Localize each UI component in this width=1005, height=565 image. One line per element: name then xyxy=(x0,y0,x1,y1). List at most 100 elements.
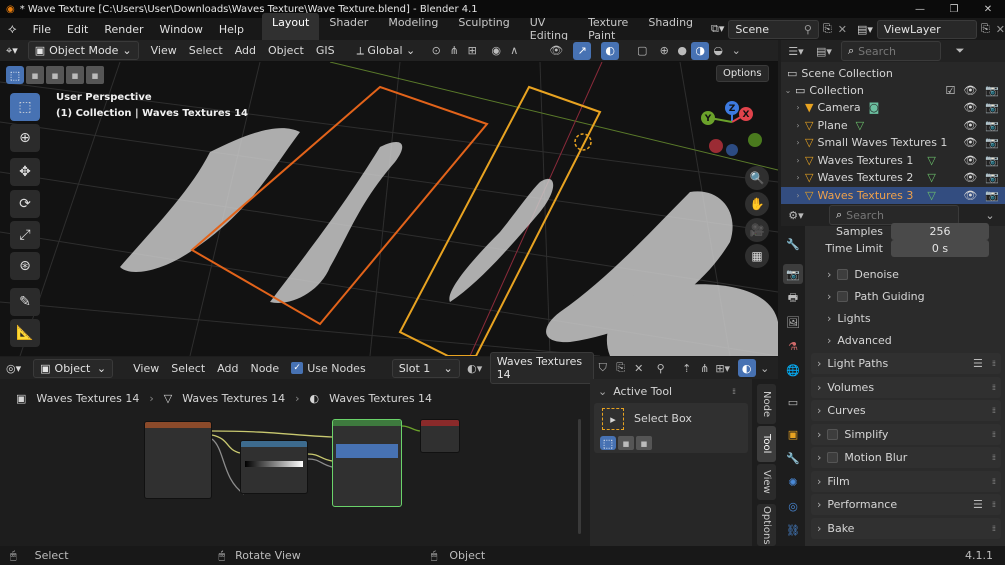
node-editor-type-icon[interactable]: ◎▾ xyxy=(0,360,27,377)
outliner-row-plane[interactable]: › ▽ Plane ▽ 👁 📷 xyxy=(781,117,1005,135)
viewlayer-field[interactable]: ViewLayer xyxy=(876,19,977,39)
eye-icon[interactable]: 👁 xyxy=(963,171,977,184)
time-limit-field[interactable]: 0 s xyxy=(891,239,989,257)
camera-render-icon[interactable]: 📷 xyxy=(985,189,999,202)
denoise-subpanel[interactable]: › Denoise xyxy=(805,263,1005,285)
eye-icon[interactable]: 👁 xyxy=(963,101,977,114)
menu-select[interactable]: Select xyxy=(183,42,229,59)
editor-type-icon[interactable]: ⌖▾ xyxy=(0,42,24,60)
mode-dropdown[interactable]: ▣ Object Mode ⌄ xyxy=(27,41,139,60)
gizmo-neg-z[interactable] xyxy=(726,144,738,156)
performance-panel[interactable]: › Performance ☰ ⁞⁞ xyxy=(811,494,1001,515)
tool-measure[interactable]: 📐 xyxy=(10,319,40,347)
camera-render-icon[interactable]: 📷 xyxy=(985,171,999,184)
curves-panel[interactable]: › Curves ⁞⁞ xyxy=(811,400,1001,421)
remove-viewlayer-icon[interactable]: ✕ xyxy=(996,23,1005,36)
close-icon[interactable]: ✕ xyxy=(971,4,1005,15)
tool-move[interactable]: ✥ xyxy=(10,158,40,186)
outliner-row-scene-collection[interactable]: ▭ Scene Collection xyxy=(781,65,1005,83)
material-shading-icon[interactable]: ◑ xyxy=(691,41,710,60)
expand-icon[interactable]: › xyxy=(791,173,805,182)
tool-rotate[interactable]: ⟳ xyxy=(10,190,40,218)
select-intersect-icon[interactable]: ▪ xyxy=(86,66,104,84)
volumes-panel[interactable]: › Volumes ⁞⁞ xyxy=(811,377,1001,398)
eye-icon[interactable]: 👁 xyxy=(963,119,977,132)
visibility-icon[interactable]: 👁 xyxy=(547,42,565,60)
sidebar-tab-tool[interactable]: Tool xyxy=(757,426,776,462)
select-extend-icon[interactable]: ▪ xyxy=(26,66,44,84)
simplify-checkbox[interactable] xyxy=(827,429,839,440)
expand-icon[interactable]: › xyxy=(791,191,805,200)
menu-window[interactable]: Window xyxy=(152,23,211,36)
collection-checkbox[interactable]: ☑ xyxy=(945,84,955,97)
principled-bsdf-node[interactable] xyxy=(332,419,402,507)
menu-gis[interactable]: GIS xyxy=(310,42,341,59)
object-properties-icon[interactable]: ▣ xyxy=(783,424,803,444)
menu-object[interactable]: Object xyxy=(262,42,310,59)
node-menu-view[interactable]: View xyxy=(127,360,165,377)
menu-render[interactable]: Render xyxy=(96,23,151,36)
output-properties-icon[interactable]: 🖶 xyxy=(783,288,803,308)
motion-blur-panel[interactable]: › Motion Blur ⁞⁞ xyxy=(811,447,1001,468)
physics-properties-icon[interactable]: ◎ xyxy=(783,496,803,516)
drag-handle-icon[interactable]: ⁞⁞ xyxy=(992,453,996,462)
node-menu-select[interactable]: Select xyxy=(165,360,211,377)
node-menu-node[interactable]: Node xyxy=(244,360,285,377)
ortho-grid-icon[interactable]: ▦ xyxy=(745,244,769,268)
world-properties-icon[interactable]: 🌐 xyxy=(783,360,803,380)
select-box-tool-icon[interactable]: ▸ xyxy=(602,408,624,430)
material-output-node[interactable] xyxy=(420,419,460,453)
blender-menu-icon[interactable]: ⟡ xyxy=(0,22,25,37)
zoom-icon[interactable]: 🔍 xyxy=(745,166,769,190)
remove-scene-icon[interactable]: ✕ xyxy=(838,23,847,36)
filter-icon[interactable]: ⏷ xyxy=(951,42,969,60)
modifier-properties-icon[interactable]: 🔧 xyxy=(783,448,803,468)
eye-icon[interactable]: 👁 xyxy=(963,136,977,149)
constraints-properties-icon[interactable]: ⛓ xyxy=(783,520,803,540)
active-tool-panel-header[interactable]: ⌄ Active Tool xyxy=(598,385,672,398)
menu-file[interactable]: File xyxy=(25,23,59,36)
unlink-material-icon[interactable]: ✕ xyxy=(630,359,648,377)
bake-panel[interactable]: › Bake ⁞⁞ xyxy=(811,518,1001,539)
render-properties-icon[interactable]: 📷 xyxy=(783,264,803,284)
pin-node-tree-icon[interactable]: ⚲ xyxy=(652,359,670,377)
new-scene-icon[interactable]: ⎘ xyxy=(823,22,832,36)
node-menu-add[interactable]: Add xyxy=(211,360,244,377)
gizmo-toggle-icon[interactable]: ↗ xyxy=(573,41,592,60)
material-browse-icon[interactable]: ◐▾ xyxy=(466,359,484,377)
tool-annotate[interactable]: ✎ xyxy=(10,288,40,316)
drag-handle-icon[interactable]: ⁞⁞ xyxy=(992,477,996,486)
expand-icon[interactable]: › xyxy=(791,138,805,147)
drag-handle-icon[interactable]: ⁞⁞ xyxy=(992,406,996,415)
properties-editor-type-icon[interactable]: ⚙▾ xyxy=(787,206,805,224)
outliner-row-collection[interactable]: ⌄ ▭ Collection ☑ 👁 📷 xyxy=(781,82,1005,100)
select-extend-icon[interactable]: ▪ xyxy=(618,436,634,450)
shading-options-icon[interactable]: ⌄ xyxy=(727,42,745,60)
path-guiding-subpanel[interactable]: › Path Guiding xyxy=(805,285,1005,307)
xray-icon[interactable]: ▢ xyxy=(633,42,651,60)
eye-icon[interactable]: 👁 xyxy=(963,84,977,97)
snap-target-icon[interactable]: ⊞ xyxy=(463,42,481,60)
view-layer-properties-icon[interactable]: 🖼 xyxy=(783,312,803,332)
tool-scale[interactable]: ⤢ xyxy=(10,221,40,249)
camera-render-icon[interactable]: 📷 xyxy=(985,136,999,149)
light-paths-panel[interactable]: › Light Paths ☰ ⁞⁞ xyxy=(811,353,1001,374)
use-nodes-checkbox[interactable]: ✓ xyxy=(291,362,304,374)
node-canvas[interactable] xyxy=(0,409,590,546)
pin-icon[interactable]: ⚲ xyxy=(804,23,812,36)
particles-properties-icon[interactable]: ✺ xyxy=(783,472,803,492)
camera-view-icon[interactable]: 🎥 xyxy=(745,218,769,242)
parent-node-tree-icon[interactable]: ⇡ xyxy=(678,359,696,377)
eye-icon[interactable]: 👁 xyxy=(963,154,977,167)
pivot-icon[interactable]: ⊙ xyxy=(427,42,445,60)
viewlayer-icon[interactable]: ▤▾ xyxy=(857,23,873,36)
menu-help[interactable]: Help xyxy=(211,23,252,36)
expand-icon[interactable]: › xyxy=(791,121,805,130)
eye-icon[interactable]: 👁 xyxy=(963,189,977,202)
outliner-row-small-waves-1[interactable]: › ▽ Small Waves Textures 1 👁 📷 xyxy=(781,134,1005,152)
outliner-row-waves-2[interactable]: › ▽ Waves Textures 2 ▽ 👁 📷 xyxy=(781,169,1005,187)
wave-image-texture-node[interactable] xyxy=(144,421,212,499)
drag-handle-icon[interactable]: ⁞⁞ xyxy=(992,430,996,439)
sidebar-tab-view[interactable]: View xyxy=(757,464,776,500)
color-ramp-node[interactable] xyxy=(240,440,308,494)
